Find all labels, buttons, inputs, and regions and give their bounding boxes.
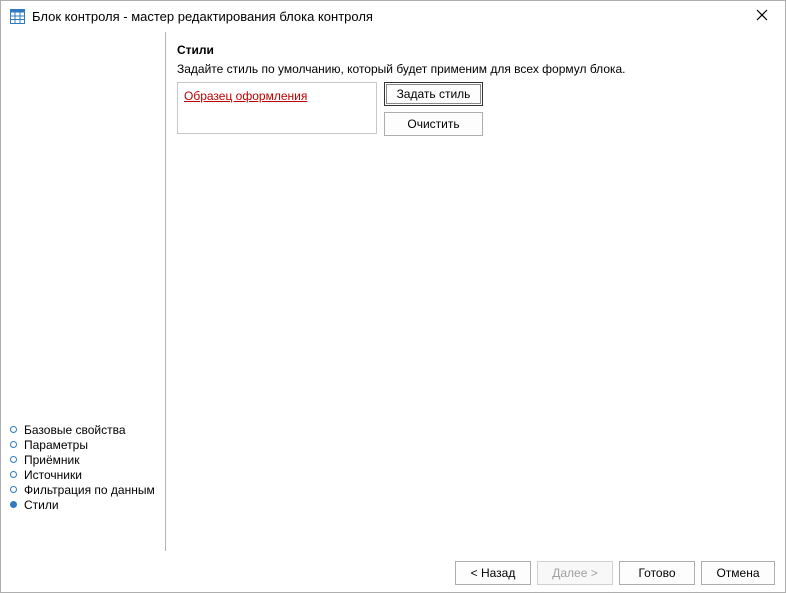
close-button[interactable] [739, 1, 785, 32]
clear-button[interactable]: Очистить [384, 112, 483, 136]
set-style-button[interactable]: Задать стиль [384, 82, 483, 106]
step-label: Параметры [24, 437, 88, 452]
wizard-window: Блок контроля - мастер редактирования бл… [0, 0, 786, 593]
step-styles[interactable]: Стили [10, 497, 155, 512]
step-sources[interactable]: Источники [10, 467, 155, 482]
step-label: Источники [24, 467, 82, 482]
step-bullet-icon [10, 456, 17, 463]
step-label: Приёмник [24, 452, 80, 467]
step-receiver[interactable]: Приёмник [10, 452, 155, 467]
style-preview-box: Образец оформления [177, 82, 377, 134]
style-preview-text: Образец оформления [184, 89, 308, 103]
next-button[interactable]: Далее > [537, 561, 613, 585]
step-label: Базовые свойства [24, 422, 126, 437]
window-title: Блок контроля - мастер редактирования бл… [32, 9, 373, 24]
sidebar-divider [165, 32, 166, 551]
step-base-properties[interactable]: Базовые свойства [10, 422, 155, 437]
cancel-button[interactable]: Отмена [701, 561, 775, 585]
step-bullet-icon [10, 486, 17, 493]
step-bullet-icon [10, 441, 17, 448]
back-button[interactable]: < Назад [455, 561, 531, 585]
step-data-filtering[interactable]: Фильтрация по данным [10, 482, 155, 497]
step-bullet-icon [10, 471, 17, 478]
step-label: Фильтрация по данным [24, 482, 155, 497]
step-parameters[interactable]: Параметры [10, 437, 155, 452]
step-bullet-icon [10, 426, 17, 433]
done-button[interactable]: Готово [619, 561, 695, 585]
wizard-steps-list: Базовые свойства Параметры Приёмник Исто… [10, 422, 155, 512]
close-icon [756, 9, 768, 24]
step-active-bullet-icon [10, 501, 17, 508]
title-bar: Блок контроля - мастер редактирования бл… [1, 1, 785, 32]
step-label: Стили [24, 497, 59, 512]
table-grid-icon [10, 9, 25, 24]
section-title: Стили [177, 43, 214, 57]
section-description: Задайте стиль по умолчанию, который буде… [177, 62, 626, 76]
